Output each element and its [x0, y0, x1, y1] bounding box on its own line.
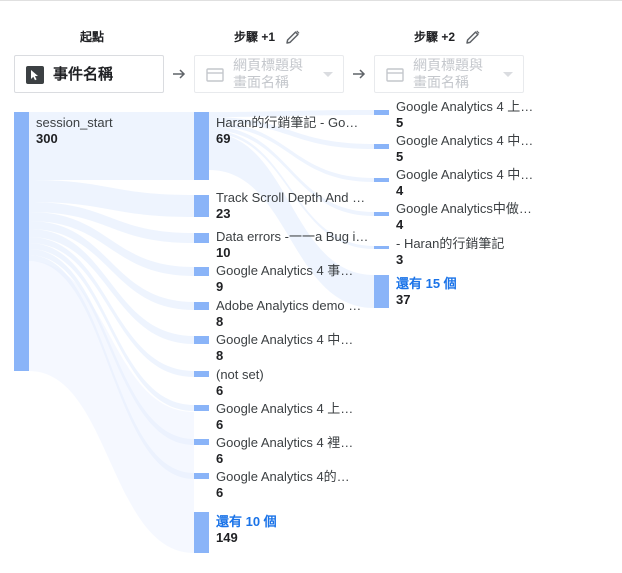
- step1-node-label[interactable]: Adobe Analytics demo …: [216, 298, 361, 314]
- step1-node-bar[interactable]: [194, 112, 209, 180]
- step2-node-label[interactable]: Google Analytics中做…: [396, 201, 532, 217]
- step1-node-value: 8: [216, 314, 224, 329]
- step1-node-label[interactable]: Google Analytics 4的…: [216, 469, 350, 485]
- step1-node-bar[interactable]: [194, 439, 209, 445]
- step1-node-value: 8: [216, 348, 224, 363]
- start-node-label[interactable]: session_start: [36, 115, 113, 131]
- step1-node-value: 23: [216, 206, 231, 221]
- step1-node-value: 6: [216, 485, 224, 500]
- step1-node-label[interactable]: Track Scroll Depth And …: [216, 190, 365, 206]
- step1-more-link[interactable]: 還有 10 個: [216, 514, 277, 530]
- step1-node-value: 10: [216, 245, 231, 260]
- step2-node-value: 4: [396, 217, 404, 232]
- start-node-bar[interactable]: [14, 112, 29, 371]
- step1-node-value: 6: [216, 451, 224, 466]
- step2-more-link[interactable]: 還有 15 個: [396, 276, 457, 292]
- step2-node-label[interactable]: Google Analytics 4 中…: [396, 133, 533, 149]
- step1-node-bar[interactable]: [194, 371, 209, 377]
- flow-step1-to-step2-more: [209, 133, 374, 308]
- step1-more-bar[interactable]: [194, 512, 209, 553]
- step2-node-value: 4: [396, 183, 404, 198]
- step2-node-bar[interactable]: [374, 110, 389, 115]
- flow-ribbons: [29, 110, 374, 553]
- step1-node-bar[interactable]: [194, 267, 209, 276]
- step1-node-value: 69: [216, 131, 231, 146]
- step1-node-label[interactable]: Google Analytics 4 事…: [216, 263, 353, 279]
- step1-node-value: 6: [216, 417, 224, 432]
- step2-node-value: 3: [396, 252, 404, 267]
- step1-more-value: 149: [216, 530, 238, 545]
- step2-more-bar[interactable]: [374, 275, 389, 308]
- step1-node-bar[interactable]: [194, 473, 209, 479]
- step2-node-bar[interactable]: [374, 178, 389, 182]
- step1-node-label[interactable]: Google Analytics 4 裡…: [216, 435, 353, 451]
- step1-node-bar[interactable]: [194, 195, 209, 217]
- step2-node-label[interactable]: Google Analytics 4 上…: [396, 99, 533, 115]
- step1-node-label[interactable]: Google Analytics 4 上…: [216, 401, 353, 417]
- step1-node-label[interactable]: (not set): [216, 367, 264, 383]
- step2-node-value: 5: [396, 149, 404, 164]
- start-node-value: 300: [36, 131, 58, 146]
- step1-node-label[interactable]: Haran的行銷筆記 - Go…: [216, 115, 358, 131]
- step2-node-bar[interactable]: [374, 144, 389, 149]
- step2-node-value: 5: [396, 115, 404, 130]
- step2-node-label[interactable]: - Haran的行銷筆記: [396, 236, 504, 252]
- step2-node-bar[interactable]: [374, 212, 389, 216]
- step1-node-bar[interactable]: [194, 233, 209, 243]
- step1-node-bar[interactable]: [194, 405, 209, 411]
- step1-node-label[interactable]: Google Analytics 4 中…: [216, 332, 353, 348]
- step1-node-value: 6: [216, 383, 224, 398]
- step2-node-bar[interactable]: [374, 246, 389, 249]
- step2-node-label[interactable]: Google Analytics 4 中…: [396, 167, 533, 183]
- step1-node-value: 9: [216, 279, 224, 294]
- step1-node-label[interactable]: Data errors -一一a Bug i…: [216, 229, 368, 245]
- step1-node-bar[interactable]: [194, 336, 209, 344]
- step1-node-bar[interactable]: [194, 302, 209, 310]
- step2-more-value: 37: [396, 292, 411, 307]
